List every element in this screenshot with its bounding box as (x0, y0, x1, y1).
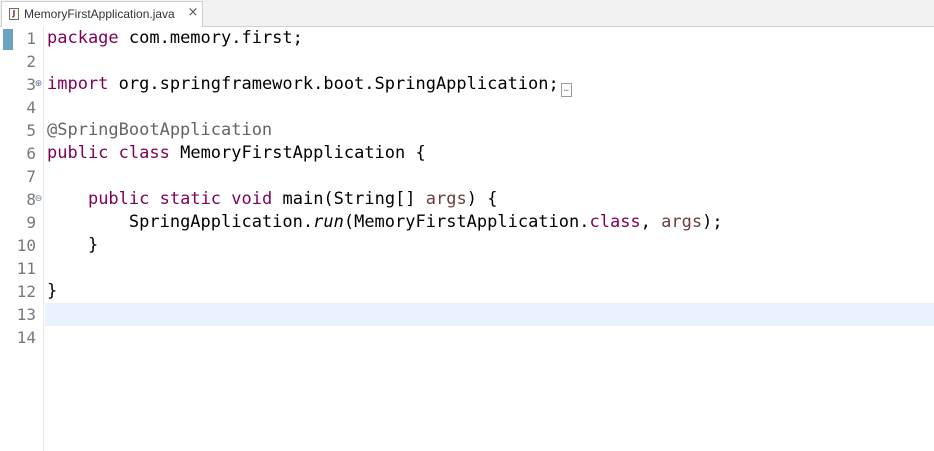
code-editor[interactable]: 1 2 3 4 5 6 7 8 9 10 11 12 13 14 ⊕ ⊖ pac… (0, 27, 934, 451)
java-file-icon: J (9, 8, 19, 20)
current-line-marker (3, 29, 13, 50)
line-number: 8 (26, 190, 36, 209)
line-number: 4 (26, 98, 36, 117)
collapse-fold-icon[interactable]: ⊖ (34, 188, 43, 211)
line-number: 6 (26, 144, 36, 163)
overview-ruler (0, 27, 14, 451)
code-line-10: SpringApplication.run(MemoryFirstApplica… (128, 212, 723, 232)
code-line-6: @SpringBootApplication (47, 120, 273, 140)
line-number: 11 (16, 259, 36, 278)
code-line-13: } (47, 281, 58, 301)
line-number: 2 (26, 52, 36, 71)
line-number: 12 (16, 282, 36, 301)
expand-fold-icon[interactable]: ⊕ (34, 73, 43, 96)
code-line-1: package com.memory.first; (47, 28, 303, 48)
current-line-highlight (45, 303, 934, 326)
line-number: 3 (26, 75, 36, 94)
code-line-3: import org.springframework.boot.SpringAp… (47, 73, 572, 97)
tab-memory-first-application[interactable]: J MemoryFirstApplication.java × (1, 1, 203, 27)
line-number: 14 (16, 328, 36, 347)
line-number: 13 (16, 305, 36, 324)
collapsed-imports-indicator[interactable]: … (560, 83, 572, 97)
line-number: 10 (16, 236, 36, 255)
line-number: 9 (26, 213, 36, 232)
line-number: 5 (26, 121, 36, 140)
editor-tab-bar: J MemoryFirstApplication.java × (0, 0, 934, 27)
code-line-11: } (47, 235, 99, 255)
close-icon[interactable]: × (186, 6, 200, 20)
line-number: 1 (26, 29, 36, 48)
line-number: 7 (26, 167, 36, 186)
code-line-9: public static void main(String[] args) { (87, 189, 498, 209)
code-line-7: public class MemoryFirstApplication { (47, 143, 426, 163)
tab-label: MemoryFirstApplication.java (24, 7, 175, 21)
